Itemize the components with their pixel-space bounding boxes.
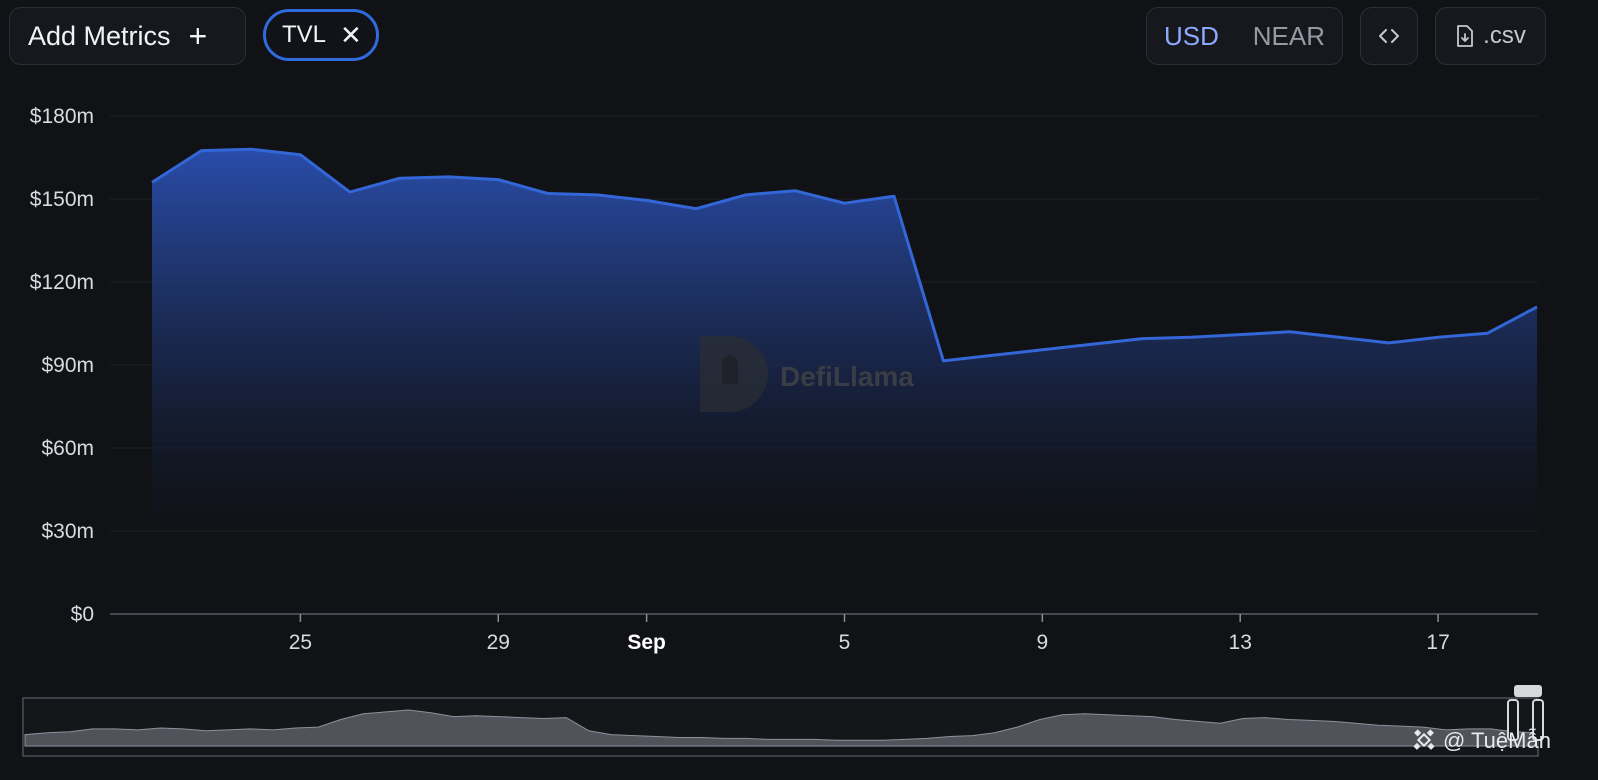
x-tick-label: 9 bbox=[1037, 631, 1049, 654]
y-tick-label: $180m bbox=[30, 105, 94, 128]
y-tick-label: $0 bbox=[71, 603, 94, 626]
range-selector[interactable] bbox=[22, 685, 1544, 757]
y-tick-label: $30m bbox=[41, 520, 94, 543]
watermark-text: DefiLlama bbox=[780, 361, 914, 392]
x-tick-label: 25 bbox=[289, 631, 312, 654]
y-axis: $0 $30m $60m $90m $120m $150m $180m bbox=[30, 105, 94, 626]
tvl-area bbox=[152, 149, 1537, 530]
x-tick-label: Sep bbox=[627, 631, 666, 654]
range-drag-handle[interactable] bbox=[1514, 685, 1542, 697]
y-tick-label: $60m bbox=[41, 437, 94, 460]
credit-text: @ TuệMẫn bbox=[1443, 728, 1551, 753]
tvl-chart: $0 $30m $60m $90m $120m $150m $180m 25 29 Sep 5 9 1… bbox=[22, 105, 1551, 757]
y-tick-label: $90m bbox=[41, 354, 94, 377]
x-tick-label: 29 bbox=[487, 631, 510, 654]
x-tick-label: 5 bbox=[839, 631, 851, 654]
x-axis: 25 29 Sep 5 9 13 17 bbox=[289, 614, 1450, 654]
x-tick-label: 17 bbox=[1426, 631, 1449, 654]
y-tick-label: $150m bbox=[30, 188, 94, 211]
x-tick-label: 13 bbox=[1229, 631, 1252, 654]
y-tick-label: $120m bbox=[30, 271, 94, 294]
